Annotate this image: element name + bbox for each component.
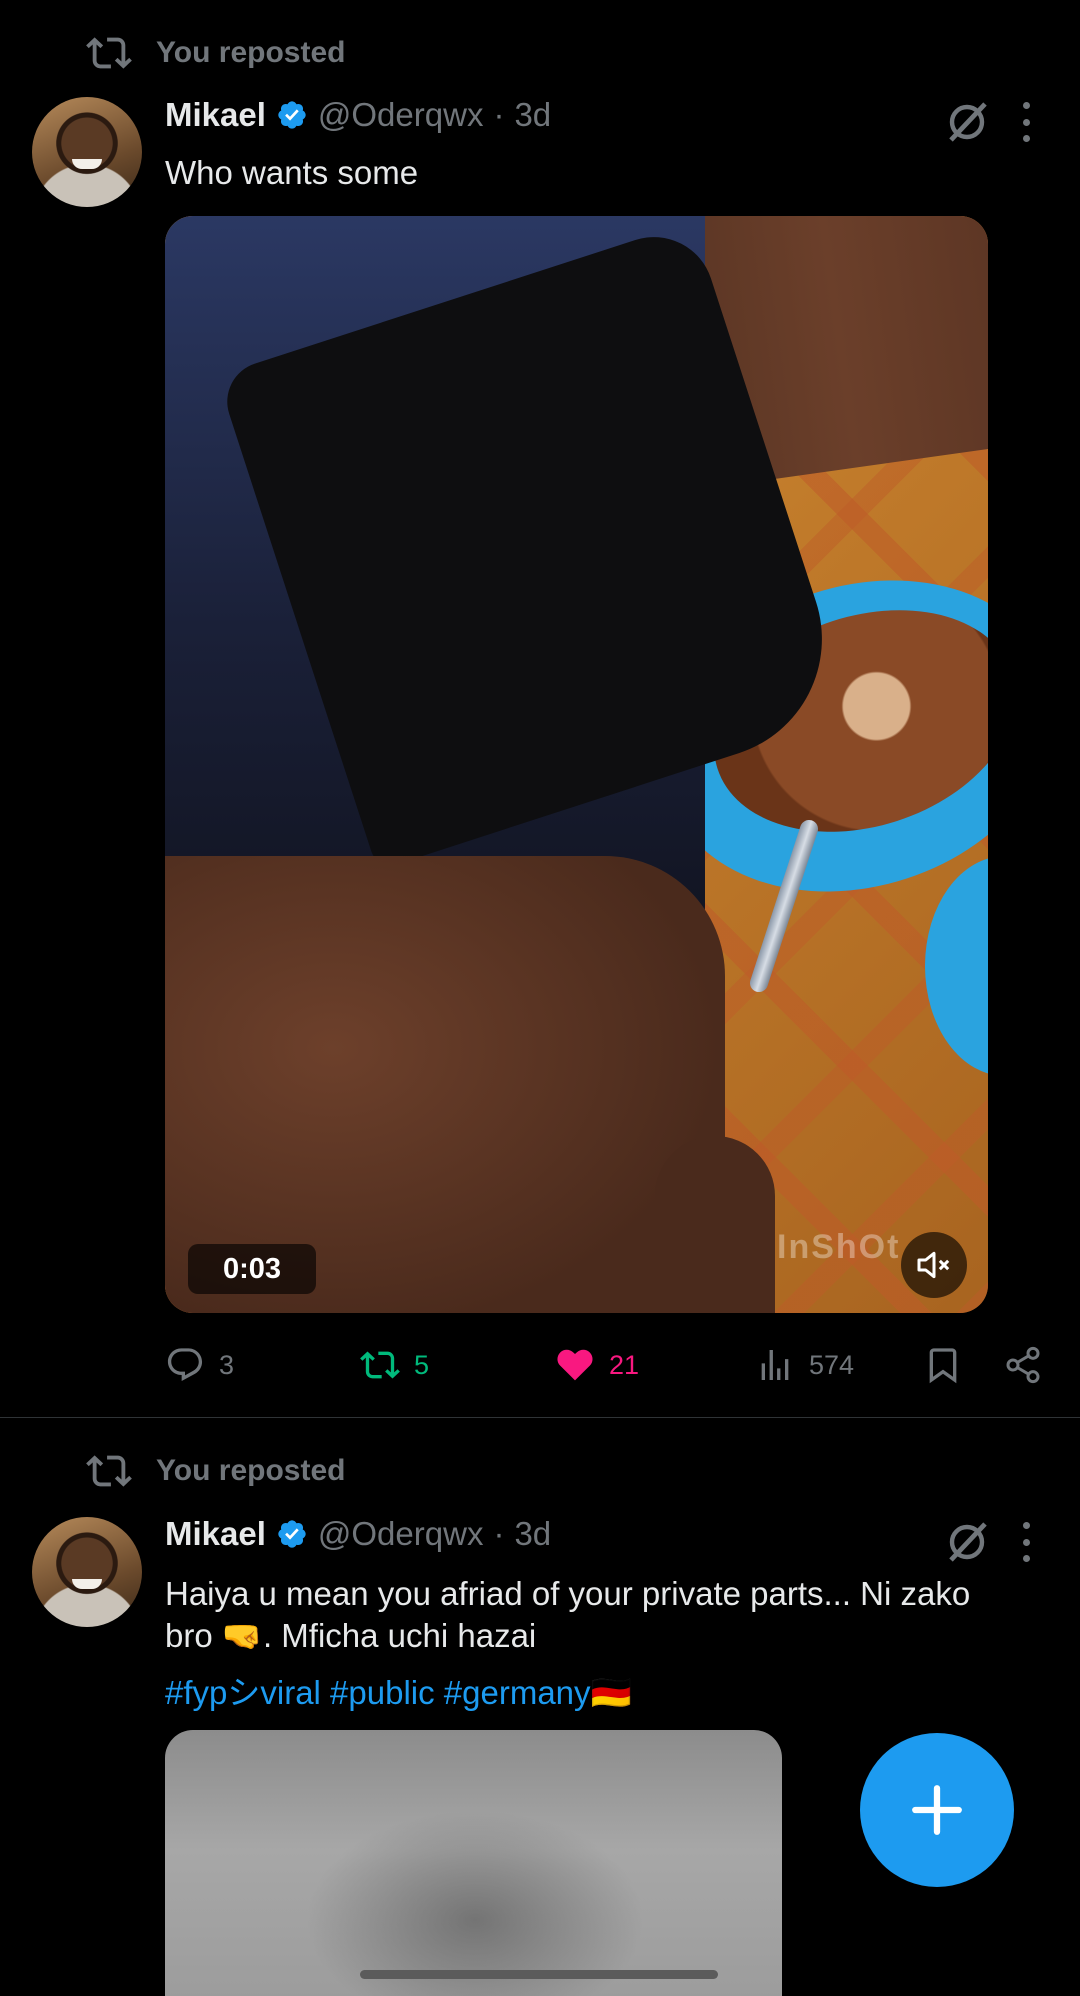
- post-text-line: bro 🤜. Mficha uchi hazai: [165, 1617, 537, 1654]
- post[interactable]: You reposted Mikael @Oderqwx · 3d Who wa…: [0, 0, 1080, 1418]
- post-media[interactable]: [165, 1730, 782, 1996]
- post-text: Who wants some: [165, 154, 419, 191]
- repost-label: You reposted: [156, 36, 346, 69]
- repost-icon: [86, 1455, 132, 1487]
- reply-icon: [167, 1348, 203, 1381]
- bookmark-icon: [929, 1348, 957, 1384]
- separator-dot: ·: [493, 1515, 505, 1552]
- author-name[interactable]: Mikael: [165, 96, 266, 134]
- views-icon: [761, 1350, 789, 1380]
- repost-context: You reposted: [86, 1448, 345, 1494]
- verified-badge-icon: [278, 1520, 306, 1548]
- compose-button[interactable]: [860, 1733, 1014, 1887]
- separator-dot: ·: [493, 96, 505, 133]
- author-name[interactable]: Mikael: [165, 1515, 266, 1553]
- author-handle[interactable]: @Oderqwx: [318, 1515, 484, 1553]
- bookmark-button[interactable]: [923, 1345, 963, 1385]
- author-handle[interactable]: @Oderqwx: [318, 96, 484, 134]
- repost-button[interactable]: 5: [360, 1345, 429, 1385]
- verified-badge-icon: [278, 101, 306, 129]
- grok-icon[interactable]: [943, 98, 991, 146]
- avatar[interactable]: [32, 97, 142, 207]
- views-count: 574: [809, 1349, 855, 1380]
- like-button[interactable]: 21: [555, 1345, 639, 1385]
- repost-context: You reposted: [86, 30, 345, 76]
- post-header: Mikael @Oderqwx · 3d: [165, 96, 551, 134]
- post-header: Mikael @Oderqwx · 3d: [165, 1515, 551, 1553]
- reply-count: 3: [219, 1349, 235, 1380]
- share-button[interactable]: [1003, 1345, 1043, 1385]
- repost-label: You reposted: [156, 1454, 346, 1487]
- video-player[interactable]: InShOt 0:03: [165, 216, 988, 1313]
- more-icon[interactable]: [1019, 1522, 1033, 1562]
- repost-icon: [360, 1351, 400, 1379]
- hashtags[interactable]: #fypシviral #public #germany🇩🇪: [165, 1666, 632, 1714]
- heart-icon: [557, 1349, 593, 1381]
- like-count: 21: [609, 1349, 640, 1380]
- avatar[interactable]: [32, 1517, 142, 1627]
- mute-button[interactable]: [901, 1232, 967, 1298]
- video-watermark: InShOt: [777, 1228, 901, 1266]
- video-timer: 0:03: [188, 1244, 316, 1294]
- views-button[interactable]: 574: [755, 1345, 854, 1385]
- post-time[interactable]: 3d: [514, 96, 551, 134]
- home-indicator[interactable]: [360, 1970, 718, 1979]
- action-bar: 3 5 21 574: [165, 1345, 1050, 1389]
- grok-icon[interactable]: [943, 1518, 991, 1566]
- mute-icon: [917, 1251, 950, 1279]
- plus-icon: [912, 1785, 962, 1835]
- post-text: Haiya u mean you afriad of your private …: [165, 1573, 970, 1657]
- more-icon[interactable]: [1019, 102, 1033, 142]
- repost-count: 5: [414, 1349, 430, 1380]
- post[interactable]: You reposted Mikael @Oderqwx · 3d Haiya …: [0, 1418, 1080, 1996]
- post-text-line: Haiya u mean you afriad of your private …: [165, 1575, 971, 1612]
- post-time[interactable]: 3d: [514, 1515, 551, 1553]
- repost-icon: [86, 37, 132, 69]
- share-icon: [1006, 1346, 1040, 1384]
- reply-button[interactable]: 3: [165, 1345, 234, 1385]
